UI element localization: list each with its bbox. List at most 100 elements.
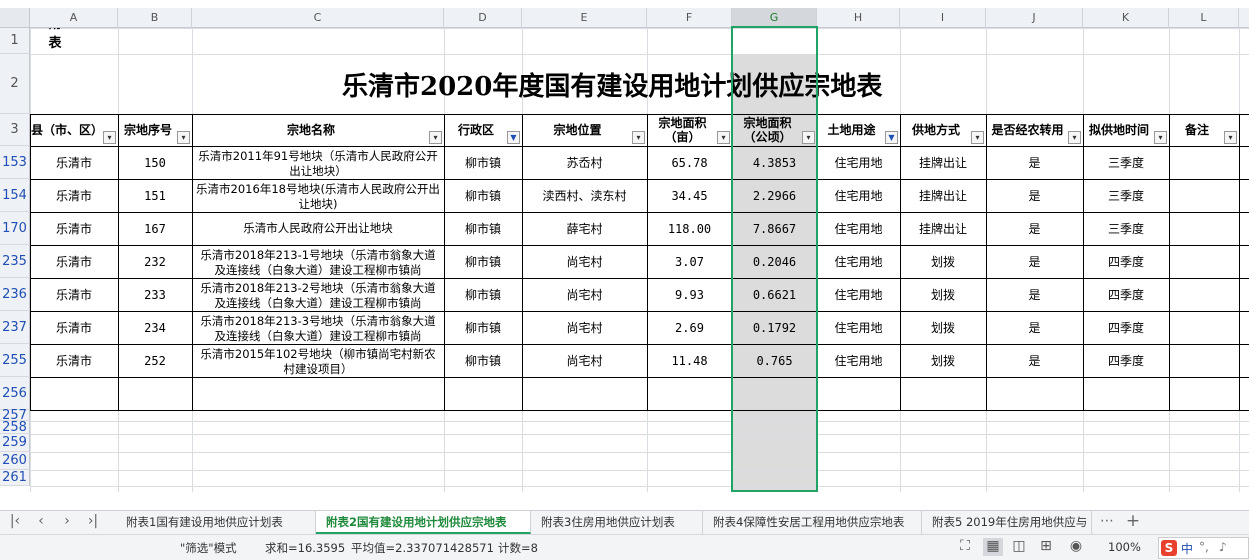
cell-district[interactable]: 柳市镇	[444, 213, 522, 244]
cell-county[interactable]: 乐清市	[30, 345, 118, 376]
cell-district[interactable]: 柳市镇	[444, 345, 522, 376]
cell-location[interactable]: 苏岙村	[522, 147, 647, 178]
row-header[interactable]: 235	[0, 245, 30, 278]
cell-use[interactable]: 住宅用地	[817, 279, 900, 310]
cell-county[interactable]: 乐清市	[30, 147, 118, 178]
cell-time[interactable]: 三季度	[1083, 213, 1169, 244]
column-header-i[interactable]: I	[900, 8, 986, 28]
more-sheets-icon[interactable]: ⋯	[1096, 513, 1118, 529]
last-sheet-icon[interactable]: ›|	[82, 513, 104, 529]
select-all-corner[interactable]	[0, 8, 30, 28]
cell-time[interactable]: 四季度	[1083, 246, 1169, 277]
cell-county[interactable]: 乐清市	[30, 213, 118, 244]
cell-no[interactable]: 234	[118, 312, 192, 343]
cell-location[interactable]: 尚宅村	[522, 312, 647, 343]
column-header-h[interactable]: H	[817, 8, 900, 28]
row-header[interactable]: 256	[0, 377, 30, 410]
cell-district[interactable]: 柳市镇	[444, 246, 522, 277]
cell-no[interactable]: 252	[118, 345, 192, 376]
cell-name[interactable]: 乐清市2011年91号地块（乐清市人民政府公开出让地块）	[196, 147, 440, 178]
column-header-d[interactable]: D	[444, 8, 522, 28]
ime-lang[interactable]: 中	[1181, 540, 1193, 557]
filter-dropdown-icon[interactable]: ▾	[632, 131, 645, 144]
row-header[interactable]: 3	[0, 114, 30, 146]
zoom-level[interactable]: 100%	[1108, 540, 1141, 554]
cell-converted[interactable]: 是	[986, 213, 1083, 244]
cell-use[interactable]: 住宅用地	[817, 213, 900, 244]
cell-mu[interactable]: 3.07	[647, 246, 732, 277]
ime-mic-icon[interactable]: ♪	[1219, 540, 1227, 554]
cell-mu[interactable]: 65.78	[647, 147, 732, 178]
cell-mu[interactable]: 118.00	[647, 213, 732, 244]
row-header[interactable]: 259	[0, 434, 30, 452]
row-header[interactable]: 153	[0, 146, 30, 179]
normal-view-icon[interactable]: ▦	[983, 538, 1003, 556]
column-header-b[interactable]: B	[118, 8, 192, 28]
cell-method[interactable]: 划拨	[900, 345, 986, 376]
cell-name[interactable]: 乐清市人民政府公开出让地块	[196, 213, 440, 244]
cell-no[interactable]: 151	[118, 180, 192, 211]
cell-district[interactable]: 柳市镇	[444, 312, 522, 343]
column-header-e[interactable]: E	[522, 8, 647, 28]
sheet-tab[interactable]: 附表3住房用地供应计划表	[531, 511, 703, 534]
cell-converted[interactable]: 是	[986, 180, 1083, 211]
cell-method[interactable]: 挂牌出让	[900, 147, 986, 178]
cell-district[interactable]: 柳市镇	[444, 147, 522, 178]
filter-dropdown-icon[interactable]: ▾	[429, 131, 442, 144]
cell-no[interactable]: 232	[118, 246, 192, 277]
cell-converted[interactable]: 是	[986, 246, 1083, 277]
cell-converted[interactable]: 是	[986, 279, 1083, 310]
cell-location[interactable]: 尚宅村	[522, 246, 647, 277]
row-header[interactable]: 170	[0, 212, 30, 245]
cell-district[interactable]: 柳市镇	[444, 180, 522, 211]
cell-time[interactable]: 四季度	[1083, 312, 1169, 343]
cell-mu[interactable]: 34.45	[647, 180, 732, 211]
column-header-j[interactable]: J	[986, 8, 1083, 28]
cell-time[interactable]: 三季度	[1083, 180, 1169, 211]
cell-converted[interactable]: 是	[986, 312, 1083, 343]
prev-sheet-icon[interactable]: ‹	[30, 513, 52, 529]
cell-converted[interactable]: 是	[986, 147, 1083, 178]
row-header[interactable]: 1	[0, 28, 30, 54]
cell-mu[interactable]: 9.93	[647, 279, 732, 310]
fullscreen-icon[interactable]: ⛶	[955, 538, 975, 556]
cell-mu[interactable]: 2.69	[647, 312, 732, 343]
cell-time[interactable]: 四季度	[1083, 345, 1169, 376]
cell-method[interactable]: 挂牌出让	[900, 213, 986, 244]
row-header[interactable]: 255	[0, 344, 30, 377]
cell-method[interactable]: 划拨	[900, 246, 986, 277]
cell-name[interactable]: 乐清市2015年102号地块（柳市镇尚宅村新农村建设项目）	[196, 345, 440, 376]
cell-use[interactable]: 住宅用地	[817, 345, 900, 376]
eye-protection-icon[interactable]: ◉	[1066, 538, 1086, 556]
cell-time[interactable]: 四季度	[1083, 279, 1169, 310]
filter-dropdown-icon[interactable]: ▾	[1224, 131, 1237, 144]
column-header-l[interactable]: L	[1169, 8, 1239, 28]
cell-location[interactable]: 薛宅村	[522, 213, 647, 244]
first-sheet-icon[interactable]: |‹	[4, 513, 26, 529]
column-header-g[interactable]: G	[732, 8, 817, 28]
column-header-f[interactable]: F	[647, 8, 732, 28]
cell-time[interactable]: 三季度	[1083, 147, 1169, 178]
column-header-a[interactable]: A	[30, 8, 118, 28]
cell-no[interactable]: 150	[118, 147, 192, 178]
sheet-tab[interactable]: 附表5 2019年住房用地供应与	[922, 511, 1092, 534]
cell-county[interactable]: 乐清市	[30, 279, 118, 310]
row-header[interactable]: 260	[0, 452, 30, 470]
ime-toolbar[interactable]: S 中 °, ♪	[1158, 537, 1249, 559]
cell-use[interactable]: 住宅用地	[817, 312, 900, 343]
sheet-tab[interactable]: 附表4保障性安居工程用地供应宗地表	[703, 511, 922, 534]
row-header[interactable]: 2	[0, 54, 30, 114]
cell-no[interactable]: 233	[118, 279, 192, 310]
filter-dropdown-icon[interactable]: ▾	[971, 131, 984, 144]
row-header[interactable]: 154	[0, 179, 30, 212]
ime-punct-icon[interactable]: °,	[1199, 540, 1209, 554]
cell-use[interactable]: 住宅用地	[817, 147, 900, 178]
cell-county[interactable]: 乐清市	[30, 312, 118, 343]
filter-active-icon[interactable]: ▼	[885, 131, 898, 144]
cell-name[interactable]: 乐清市2018年213-1号地块（乐清市翁象大道及连接线（白象大道）建设工程柳市…	[196, 246, 440, 277]
cell-use[interactable]: 住宅用地	[817, 246, 900, 277]
add-sheet-icon[interactable]: +	[1122, 511, 1144, 531]
row-header[interactable]: 237	[0, 311, 30, 344]
cell-method[interactable]: 划拨	[900, 279, 986, 310]
sheet-tab[interactable]: 附表1国有建设用地供应计划表	[116, 511, 316, 534]
